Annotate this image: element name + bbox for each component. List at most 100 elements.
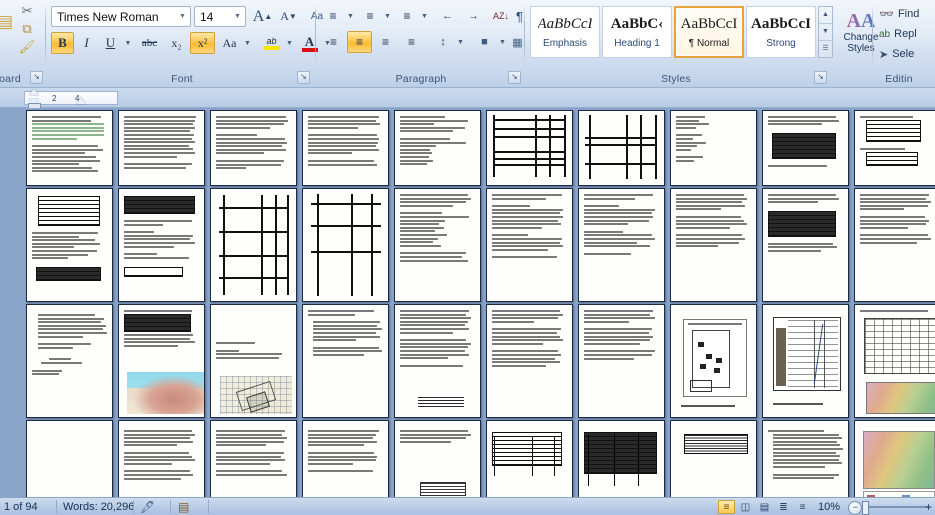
page-thumbnail[interactable] [854,420,935,497]
page-thumbnail[interactable] [670,110,757,186]
style-tile-normal[interactable]: AaBbCcI ¶ Normal [674,6,744,58]
page-thumbnail[interactable] [854,188,935,302]
clipboard-dialog-launcher[interactable]: ↘ [30,71,43,84]
bullets-icon[interactable]: ≡ [321,5,345,27]
view-full-screen-reading-button[interactable]: ◫ [737,500,754,514]
zoom-in-button[interactable]: + [925,498,932,515]
sort-icon[interactable]: AZ↓ [489,5,513,27]
zoom-out-button[interactable]: − [848,501,862,515]
page-thumbnail[interactable] [578,304,665,418]
page-thumbnail[interactable] [210,188,297,302]
align-left-button[interactable]: ≡ [321,31,346,53]
styles-dialog-launcher[interactable]: ↘ [814,71,827,84]
page-thumbnail[interactable] [26,188,113,302]
page-thumbnail[interactable] [854,110,935,186]
page-thumbnail[interactable] [762,110,849,186]
page-thumbnail[interactable] [302,420,389,497]
page-thumbnail[interactable] [118,188,205,302]
bullets-chevron-down-icon[interactable]: ▼ [345,5,356,27]
font-size-combo[interactable]: 14 ▼ [194,6,246,27]
page-thumbnail[interactable] [762,304,849,418]
first-line-indent-marker[interactable] [29,89,39,95]
page-thumbnail[interactable] [210,420,297,497]
page-thumbnail[interactable] [26,304,113,418]
page-indicator[interactable]: 1 of 94 [4,498,38,515]
chevron-down-icon[interactable]: ▼ [175,6,190,27]
styles-gallery-scrollbar[interactable]: ▲ ▼ ☰ [818,6,833,58]
highlight-chevron-down-icon[interactable]: ▼ [284,32,295,54]
view-web-layout-button[interactable]: ▤ [756,500,773,514]
find-button[interactable]: 👓 Find [879,4,919,24]
page-thumbnail[interactable] [854,304,935,418]
page-thumbnail[interactable] [26,420,113,497]
align-right-button[interactable]: ≡ [373,31,398,53]
page-thumbnail[interactable] [670,420,757,497]
right-indent-marker[interactable] [76,97,86,104]
subscript-button[interactable]: x₂ [164,32,189,54]
page-thumbnail[interactable] [670,304,757,418]
font-dialog-launcher[interactable]: ↘ [297,71,310,84]
replace-button[interactable]: ab Repl [879,24,917,44]
grow-font-button[interactable]: A ▲ [250,5,275,28]
numbering-chevron-down-icon[interactable]: ▼ [382,5,393,27]
line-spacing-icon[interactable]: ↕ [431,31,455,53]
underline-button[interactable]: U [99,32,122,54]
bold-button[interactable]: B [51,32,74,54]
superscript-button[interactable]: x² [190,32,215,54]
page-thumbnail[interactable] [670,188,757,302]
page-thumbnail[interactable] [486,188,573,302]
text-highlight-button[interactable]: ab [259,32,284,54]
spell-check-icon[interactable]: 🖋 [140,498,155,515]
page-thumbnail[interactable] [118,304,205,418]
page-thumbnail[interactable] [762,188,849,302]
align-center-button[interactable]: ≡ [347,31,372,53]
page-thumbnail[interactable] [578,420,665,497]
style-tile-strong[interactable]: AaBbCcI Strong [746,6,816,58]
styles-more-icon[interactable]: ☰ [819,41,832,57]
page-thumbnail[interactable] [486,110,573,186]
format-painter-icon[interactable]: 🖌 [16,38,38,56]
zoom-slider-track[interactable] [862,506,930,508]
page-thumbnail[interactable] [118,420,205,497]
italic-button[interactable]: I [75,32,98,54]
page-thumbnail[interactable] [486,420,573,497]
page-thumbnail[interactable] [394,110,481,186]
line-spacing-chevron-down-icon[interactable]: ▼ [455,31,466,53]
style-tile-heading-1[interactable]: AaBbC‹ Heading 1 [602,6,672,58]
copy-icon[interactable]: ⧉ [16,20,38,38]
paragraph-dialog-launcher[interactable]: ↘ [508,71,521,84]
page-thumbnail[interactable] [578,188,665,302]
page-thumbnail[interactable] [302,110,389,186]
page-thumbnail[interactable] [578,110,665,186]
numbering-icon[interactable]: ≡ [358,5,382,27]
decrease-indent-icon[interactable]: ← [435,5,460,27]
zoom-level-label[interactable]: 10% [818,498,840,515]
page-thumbnail[interactable] [394,188,481,302]
page-thumbnail[interactable] [394,420,481,497]
style-tile-emphasis[interactable]: AaBbCcI Emphasis [530,6,600,58]
page-thumbnail[interactable] [486,304,573,418]
language-icon[interactable]: ▤ [178,498,189,515]
chevron-down-icon[interactable]: ▼ [230,6,245,27]
word-count[interactable]: Words: 20,296 [63,498,134,515]
styles-scroll-up-icon[interactable]: ▲ [819,7,832,24]
change-case-chevron-down-icon[interactable]: ▼ [242,32,253,54]
view-print-layout-button[interactable]: ≡ [718,500,735,514]
page-thumbnail[interactable] [394,304,481,418]
document-thumbnail-grid[interactable] [0,108,935,497]
zoom-slider-knob[interactable] [862,501,869,515]
page-thumbnail[interactable] [210,304,297,418]
strikethrough-button[interactable]: abc [136,32,163,54]
font-name-combo[interactable]: Times New Roman ▼ [51,6,191,27]
increase-indent-icon[interactable]: → [461,5,486,27]
multilevel-list-icon[interactable]: ≡ [395,5,419,27]
justify-button[interactable]: ≡ [399,31,424,53]
page-thumbnail[interactable] [302,188,389,302]
page-thumbnail[interactable] [762,420,849,497]
view-draft-button[interactable]: ≡ [794,500,811,514]
page-thumbnail[interactable] [26,110,113,186]
page-thumbnail[interactable] [118,110,205,186]
styles-scroll-down-icon[interactable]: ▼ [819,24,832,41]
view-outline-button[interactable]: ≣ [775,500,792,514]
select-button[interactable]: ➤ Sele [879,44,914,64]
